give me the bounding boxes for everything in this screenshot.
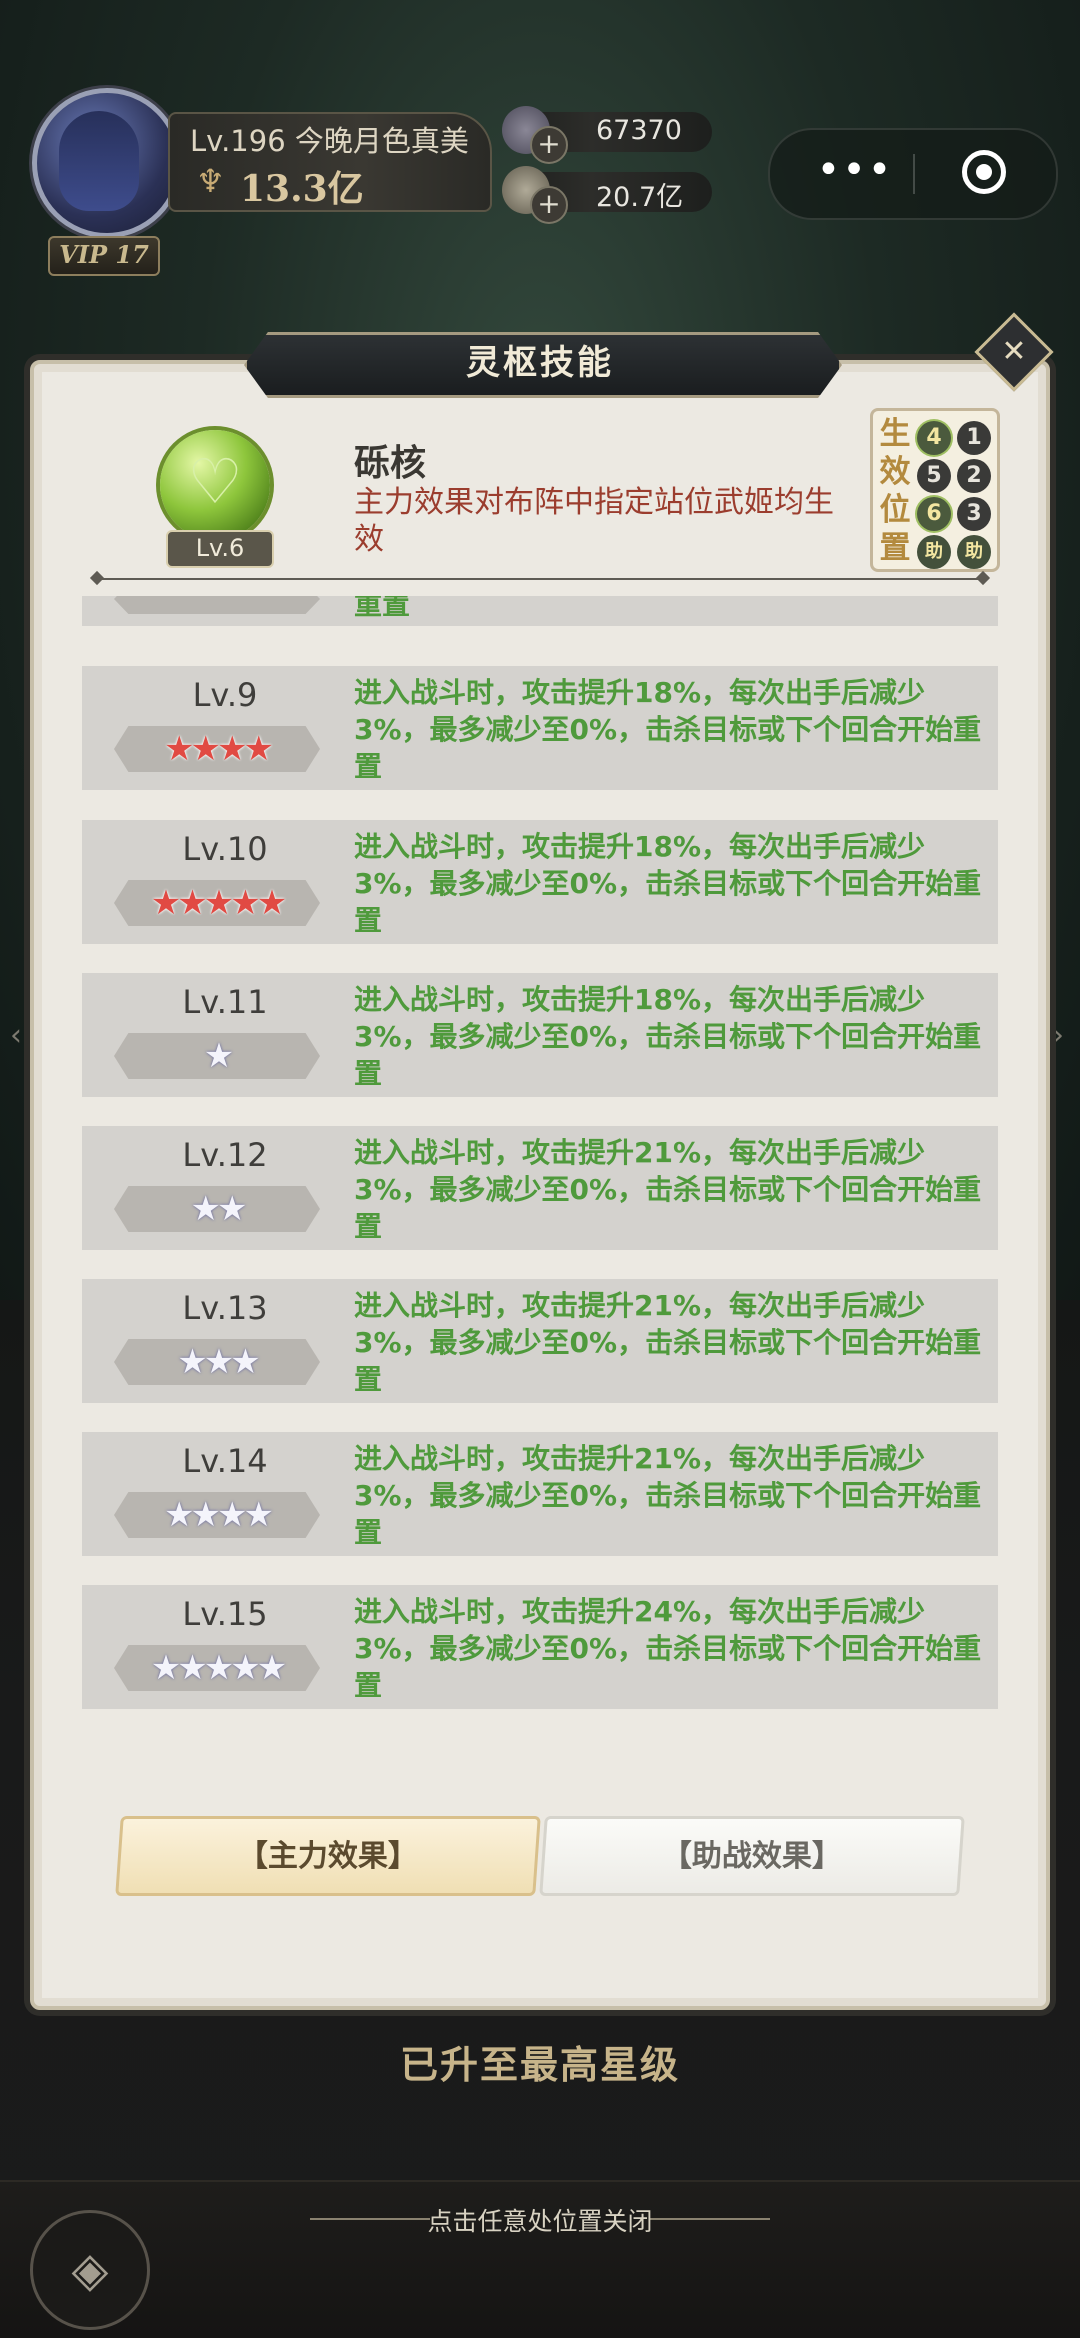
level-description: 进入战斗时，攻击提升21%，每次出手后减少3%，最多减少至0%，击杀目标或下个回… <box>354 1442 982 1549</box>
coin-resource: + 20.7亿 <box>502 166 712 224</box>
level-list[interactable]: 重置 Lv.9 ★★★★ 进入战斗时，攻击提升18%，每次出手后减少3%，最多减… <box>82 596 998 1720</box>
level-description: 重置 <box>354 596 411 621</box>
gem-value: 67370 <box>596 115 682 146</box>
gem-resource: + 67370 <box>502 106 712 164</box>
panel-title: 灵枢技能 <box>466 343 614 383</box>
level-description: 进入战斗时，攻击提升21%，每次出手后减少3%，最多减少至0%，击杀目标或下个回… <box>354 1289 982 1396</box>
level-description: 进入战斗时，攻击提升18%，每次出手后减少3%，最多减少至0%，击杀目标或下个回… <box>354 830 982 937</box>
skill-name: 砾核 <box>354 443 427 484</box>
add-gem-button[interactable]: + <box>530 126 568 164</box>
skill-description: 主力效果对布阵中指定站位武姬均生效 <box>354 485 834 557</box>
combat-power: ♆ 13.3亿 <box>196 160 364 212</box>
star-rating: ★★★ <box>177 1342 260 1382</box>
player-avatar[interactable] <box>32 88 182 238</box>
level-label: Lv.10 <box>182 830 268 868</box>
level-label: Lv.13 <box>182 1289 268 1327</box>
level-description: 进入战斗时，攻击提升18%，每次出手后减少3%，最多减少至0%，击杀目标或下个回… <box>354 676 982 783</box>
back-button[interactable]: ◈ <box>30 2210 150 2330</box>
section-divider <box>96 578 984 580</box>
mini-program-capsule: ••• <box>768 128 1058 220</box>
star-rating: ★★★★ <box>164 729 274 769</box>
list-item-partial: 重置 <box>82 596 998 626</box>
star-strip <box>114 596 320 614</box>
list-item: Lv.12 ★★ 进入战斗时，攻击提升21%，每次出手后减少3%，最多减少至0%… <box>82 1126 998 1250</box>
heart-icon: ♡ <box>187 445 243 518</box>
vip-badge: VIP 17 <box>48 236 160 276</box>
max-star-status: 已升至最高星级 <box>399 2043 680 2087</box>
more-menu-button[interactable]: ••• <box>810 150 900 198</box>
position-cell: 1 <box>957 421 991 455</box>
position-cell: 4 <box>917 421 951 455</box>
left-arrow-icon[interactable]: ‹ <box>10 1018 22 1053</box>
target-icon[interactable] <box>962 150 1006 194</box>
position-cell: 6 <box>917 497 951 531</box>
assist-cell: 助 <box>957 535 991 569</box>
power-icon: ♆ <box>196 162 225 200</box>
star-rating: ★★★★★ <box>150 883 287 923</box>
skill-orb-icon: ♡ <box>160 430 270 540</box>
list-item: Lv.11 ★ 进入战斗时，攻击提升18%，每次出手后减少3%，最多减少至0%，… <box>82 973 998 1097</box>
star-rating: ★★★★ <box>164 1495 274 1535</box>
position-cell: 5 <box>917 459 951 493</box>
list-item: Lv.10 ★★★★★ 进入战斗时，攻击提升18%，每次出手后减少3%，最多减少… <box>82 820 998 944</box>
player-name: 今晚月色真美 <box>294 124 469 158</box>
capsule-divider <box>913 154 915 194</box>
star-rating: ★★★★★ <box>150 1648 287 1688</box>
level-value: 196 <box>230 124 286 158</box>
position-label: 生效位置 <box>879 416 911 566</box>
level-description: 进入战斗时，攻击提升18%，每次出手后减少3%，最多减少至0%，击杀目标或下个回… <box>354 983 982 1090</box>
avatar-portrait <box>59 111 139 211</box>
level-label: Lv.9 <box>192 676 258 714</box>
level-label: Lv.11 <box>182 983 268 1021</box>
back-icon: ◈ <box>71 2242 109 2298</box>
level-label: Lv.14 <box>182 1442 268 1480</box>
level-description: 进入战斗时，攻击提升24%，每次出手后减少3%，最多减少至0%，击杀目标或下个回… <box>354 1595 982 1702</box>
tab-assist-effect[interactable]: 【助战效果】 <box>539 1816 965 1896</box>
star-rating: ★★ <box>190 1189 248 1229</box>
assist-cell: 助 <box>917 535 951 569</box>
position-cell: 3 <box>957 497 991 531</box>
close-hint: 点击任意处位置关闭 <box>427 2207 653 2236</box>
coin-value: 20.7亿 <box>596 182 684 213</box>
level-label: Lv.15 <box>182 1595 268 1633</box>
add-coin-button[interactable]: + <box>530 186 568 224</box>
list-item: Lv.15 ★★★★★ 进入战斗时，攻击提升24%，每次出手后减少3%，最多减少… <box>82 1585 998 1709</box>
star-rating: ★ <box>203 1036 234 1076</box>
list-item: Lv.13 ★★★ 进入战斗时，攻击提升21%，每次出手后减少3%，最多减少至0… <box>82 1279 998 1403</box>
combat-power-value: 13.3亿 <box>240 168 364 210</box>
position-cell: 2 <box>957 459 991 493</box>
list-item: Lv.14 ★★★★ 进入战斗时，攻击提升21%，每次出手后减少3%，最多减少至… <box>82 1432 998 1556</box>
player-level-name: Lv.196 今晚月色真美 <box>190 118 469 160</box>
right-arrow-icon[interactable]: › <box>1052 1018 1064 1053</box>
skill-orb-level: Lv.6 <box>166 530 274 568</box>
effective-position-box: 生效位置 4 1 5 2 6 3 助 助 <box>870 408 1000 572</box>
level-description: 进入战斗时，攻击提升21%，每次出手后减少3%，最多减少至0%，击杀目标或下个回… <box>354 1136 982 1243</box>
tab-assist-effect-label: 【助战效果】 <box>661 1839 842 1874</box>
list-item: Lv.9 ★★★★ 进入战斗时，攻击提升18%，每次出手后减少3%，最多减少至0… <box>82 666 998 790</box>
level-label: Lv.12 <box>182 1136 268 1174</box>
tab-main-effect[interactable]: 【主力效果】 <box>115 1816 541 1896</box>
tab-main-effect-label: 【主力效果】 <box>237 1839 418 1874</box>
level-prefix: Lv. <box>190 124 231 158</box>
